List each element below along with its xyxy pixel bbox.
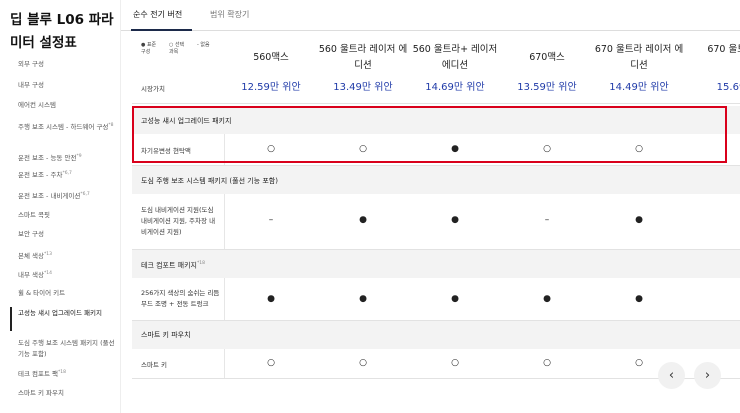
price: 13.59만 위안: [517, 82, 577, 93]
option-mark: ●: [451, 215, 459, 225]
legend-optional: ○ 선택 과목: [169, 42, 185, 55]
section-title-key-pouch: 스마트 키 파우치: [141, 331, 191, 339]
sidebar-item-interior-color[interactable]: 내부 색상*14: [18, 268, 118, 281]
sidebar-active-indicator: [10, 307, 12, 331]
config-page: 딥 블루 L06 파라미터 설정표 외부 구성 내부 구성 에어컨 시스템 주행…: [0, 0, 740, 413]
sidebar-item-chassis[interactable]: 고성능 섀시 업그레이드 패키지: [18, 308, 118, 319]
sidebar-item-adas-hw[interactable]: 주행 보조 시스템 - 하드웨어 구성*8: [18, 120, 118, 133]
section-title-tech-pack: 테크 컴포트 패키지*18: [141, 261, 205, 270]
divider: [132, 103, 740, 104]
column-header: 670맥스: [529, 52, 565, 63]
market-value-label: 시장가치: [141, 85, 165, 93]
price: 13.49만 위안: [333, 82, 393, 93]
sidebar-item-aircon[interactable]: 에어컨 시스템: [18, 100, 118, 111]
sidebar-item-exterior[interactable]: 외부 구성: [18, 59, 118, 70]
column-divider: [224, 194, 225, 249]
option-mark: –: [268, 215, 274, 225]
legend-standard: ● 표준 구성: [141, 42, 157, 55]
price: 14.69만 위안: [425, 82, 485, 93]
prev-button[interactable]: ‹: [658, 362, 685, 389]
column-divider: [224, 349, 225, 378]
row-label: 256가지 색상의 숨쉬는 리듬 무드 조명 + 전동 트렁크: [141, 289, 220, 308]
price: 14.49만 위안: [609, 82, 669, 93]
section-header-bg: [132, 321, 740, 349]
option-mark: ●: [451, 294, 459, 304]
option-mark: ●: [543, 294, 551, 304]
column-header: 560 울트라+ 레이저 에디션: [412, 44, 498, 71]
section-header-bg: [132, 250, 740, 278]
row-label: 도심 내비게이션 지원(도심 내비게이션 지원, 주차장 내비게이션 지원): [141, 206, 216, 236]
option-mark: ○: [267, 358, 275, 368]
next-button[interactable]: ›: [694, 362, 721, 389]
option-mark: –: [544, 215, 550, 225]
column-header: 670 울트라 레이저 에디션: [594, 44, 684, 71]
sidebar-item-security[interactable]: 보안 구성: [18, 229, 118, 240]
sidebar-item-urban-pilot[interactable]: 도심 주행 보조 시스템 패키지 (풀선 기능 포함): [18, 338, 118, 360]
option-mark: ○: [543, 358, 551, 368]
chevron-left-icon: ‹: [668, 368, 675, 383]
sidebar-item-interior[interactable]: 내부 구성: [18, 80, 118, 91]
tab-active-underline: [131, 29, 192, 31]
column-header: 670 울트라: [707, 44, 740, 55]
legend-none: - 없음: [197, 42, 210, 48]
sidebar-title: 딥 블루 L06 파라미터 설정표: [10, 12, 114, 51]
sidebar-item-navigation[interactable]: 운전 보조 - 내비게이션*6,7: [18, 189, 118, 202]
sidebar-item-tech-pack[interactable]: 테크 컴포트 팩*18: [18, 367, 118, 380]
chevron-right-icon: ›: [704, 368, 711, 383]
sidebar-item-parking[interactable]: 운전 보조 - 주차*6,7: [18, 168, 118, 181]
option-mark: ●: [359, 215, 367, 225]
option-mark: ●: [635, 215, 643, 225]
price: 12.59만 위안: [241, 82, 301, 93]
option-mark: ●: [267, 294, 275, 304]
legend: ● 표준 구성 ○ 선택 과목 - 없음: [141, 42, 216, 56]
tab-range-extender[interactable]: 범위 확장기: [210, 9, 249, 21]
sidebar-item-smart-cockpit[interactable]: 스마트 콕핏: [18, 210, 118, 221]
sidebar-item-key-pouch[interactable]: 스마트 키 파우치: [18, 388, 118, 399]
sidebar-item-wheels[interactable]: 휠 & 타이어 키트: [18, 288, 118, 299]
column-header: 560맥스: [253, 52, 289, 63]
row-label: 스마트 키: [141, 361, 167, 369]
column-header: 560 울트라 레이저 에디션: [318, 44, 408, 71]
sidebar: 딥 블루 L06 파라미터 설정표 외부 구성 내부 구성 에어컨 시스템 주행…: [0, 0, 121, 413]
option-mark: ●: [359, 294, 367, 304]
column-divider: [224, 278, 225, 320]
tab-ev[interactable]: 순수 전기 버전: [133, 9, 182, 21]
sidebar-item-body-color[interactable]: 본체 색상*13: [18, 249, 118, 262]
option-mark: ○: [359, 358, 367, 368]
highlight-box: [132, 106, 727, 163]
price: 15.69: [716, 82, 740, 93]
sidebar-item-active-safety[interactable]: 운전 보조 - 능동 안전*9: [18, 151, 118, 164]
section-title-urban-pilot: 도심 주행 보조 시스템 패키지 (풀선 기능 포함): [141, 177, 278, 185]
tab-divider: [121, 30, 740, 31]
option-mark: ○: [451, 358, 459, 368]
divider: [132, 378, 740, 379]
option-mark: ●: [635, 294, 643, 304]
